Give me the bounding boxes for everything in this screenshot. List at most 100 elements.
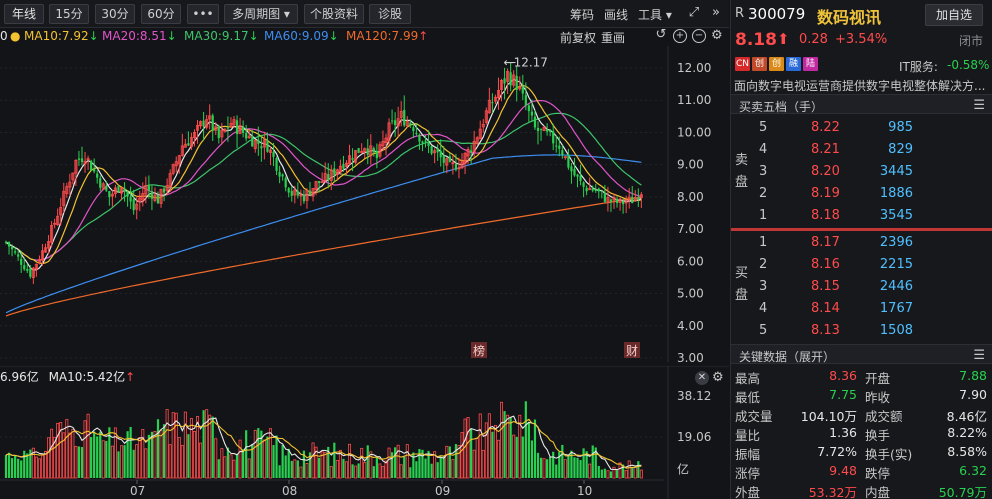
period-15m-button[interactable]: 15分 [49,4,89,24]
period-30m-button[interactable]: 30分 [95,4,135,24]
candle-body [454,164,458,170]
settings-gear-icon[interactable]: ⚙ [711,29,723,43]
zoom-in-icon[interactable]: + [673,29,687,43]
volume-bar [135,444,139,479]
ask-level-5[interactable]: 5 8.22 985 [731,117,992,139]
volume-bar [512,434,516,479]
candle-body [80,158,84,163]
volume-bar [23,450,26,478]
zoom-out-icon[interactable]: − [692,29,706,43]
volume-bar [211,416,214,478]
chinext-tag[interactable]: 创 [752,57,767,71]
price-tick-label: 5.00 [677,287,704,301]
diagnose-button[interactable]: 诊股 [369,4,411,24]
ask-level-1[interactable]: 1 8.18 3545 [731,205,992,227]
price-change-pct: +3.54% [835,32,888,47]
volume-bar [199,442,203,479]
volume-bar [509,417,512,478]
connect-tag[interactable]: 陆 [803,57,818,71]
price-tick-label: 11.00 [677,93,711,107]
candle-body [117,186,120,193]
stock-profile-button[interactable]: 个股资料 [304,4,364,24]
volume-bar [591,445,594,478]
price-tick-label: 7.00 [677,222,704,236]
candle-body [549,130,552,132]
ma5-value: 0 [0,29,8,43]
candle-body [561,150,564,156]
volume-bar [533,419,537,478]
period-60m-button[interactable]: 60分 [141,4,181,24]
volume-bar [436,462,439,478]
draw-line-button[interactable]: 画线 [604,6,628,23]
volume-bar [93,431,96,478]
undo-icon[interactable]: ↺ [654,28,668,43]
ask-level-2[interactable]: 2 8.19 1886 [731,183,992,205]
volume-tick-label: 亿 [677,461,689,476]
menu-icon[interactable]: ☰ [973,98,985,113]
candle-body [26,269,29,271]
bid-level-2[interactable]: 2 8.16 2215 [731,254,992,276]
bid-level-4[interactable]: 4 8.14 1767 [731,298,992,320]
volume-bar [615,470,619,478]
volume-bar [47,437,51,479]
keydata-header[interactable]: 关键数据（展开） ☰ [731,344,992,364]
volume-bar [597,465,600,478]
volume-bar [555,464,558,478]
ask-level-3[interactable]: 3 8.20 3445 [731,161,992,183]
volume-bar [275,435,278,478]
price-tick-label: 10.00 [677,125,711,139]
bid-level-1[interactable]: 1 8.17 2396 [731,232,992,254]
volume-chart[interactable]: 38.12 19.06 亿 07 08 09 10 [0,366,729,499]
bid-level: 2 [759,257,768,272]
candle-body [90,160,93,171]
ask-price: 8.18 [811,208,840,223]
key-data-value: 1.36 [829,425,857,440]
indicator-settings-icon[interactable]: ⚙ [712,371,724,385]
candle-body [108,191,111,198]
price-change: 0.28 [799,32,828,47]
ma10-value: MA10:7.92↓ [24,29,99,43]
collapse-icon[interactable]: » [708,5,724,21]
earnings-marker: 财 [626,344,638,358]
candle-body [302,194,306,202]
key-data-value: 7.75 [829,387,857,402]
adjust-mode-button[interactable]: 前复权 [560,29,596,46]
candlestick-chart[interactable]: 12.00 11.00 10.00 9.00 8.00 7.00 6.00 5.00 4.00 3… [0,46,729,362]
volume-bar [387,447,391,479]
ask-level-4[interactable]: 4 8.21 829 [731,139,992,161]
peak-label: ←12.17 [504,56,548,70]
volume-bar [40,454,44,479]
add-watchlist-button[interactable]: 加自选 [925,4,983,26]
multi-period-dropdown[interactable]: 多周期图 ▾ [224,4,298,24]
volume-bar [430,463,433,478]
china-flag-icon[interactable]: CN [735,57,750,71]
volume-bar [579,460,582,478]
close-indicator-icon[interactable]: ✕ [695,371,709,385]
fullscreen-icon[interactable]: ⤢ [686,5,702,21]
volume-bar [378,463,382,479]
candle-body [570,166,573,172]
chuang-tag[interactable]: 创 [769,57,784,71]
candle-body [567,154,570,168]
chip-distribution-button[interactable]: 筹码 [570,6,594,23]
more-periods-button[interactable]: ••• [187,4,219,24]
tools-dropdown[interactable]: 工具 ▾ [638,6,672,23]
candle-body [470,150,473,153]
sector-label[interactable]: IT服务: [899,58,938,75]
ma-dot-icon: ● [10,29,21,43]
candle-body [615,198,619,203]
period-year-button[interactable]: 年线 [4,4,44,24]
bid-level-5[interactable]: 5 8.13 1508 [731,320,992,342]
volume-bar [217,459,220,478]
menu-icon[interactable]: ☰ [973,348,985,363]
company-description[interactable]: 面向数字电视运营商提供数字电视整体解决方... [734,77,990,94]
volume-bar [506,414,510,479]
volume-bar [451,459,455,479]
volume-bar [354,465,358,479]
key-data-label: 外盘 [735,485,761,499]
margin-tag[interactable]: 融 [786,57,801,71]
candle-body [600,190,603,192]
redraw-button[interactable]: 重画 [601,29,625,46]
key-data-row: 最高 8.36 开盘 7.88 [731,366,992,386]
bid-level-3[interactable]: 3 8.15 2446 [731,276,992,298]
